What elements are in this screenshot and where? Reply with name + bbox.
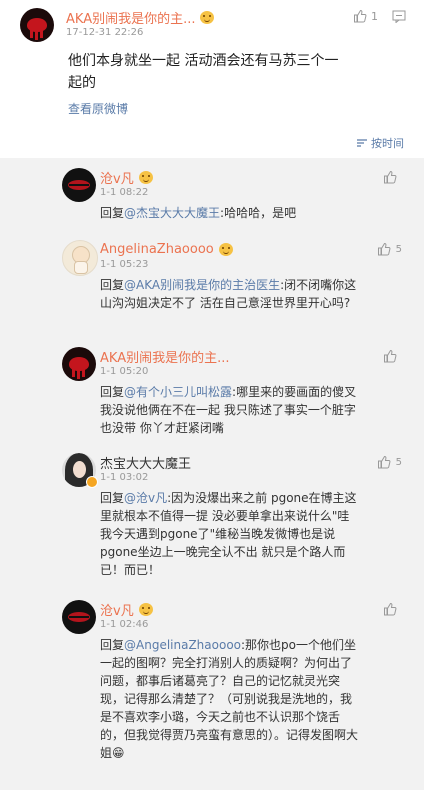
emoji-icon (138, 602, 153, 616)
post-author-name[interactable]: AKA别闹我是你的主... (66, 8, 195, 27)
comment-like-button[interactable]: 5 (377, 455, 402, 469)
comment-item: 杰宝大大大魔王 1-1 03:02 5 回复@沧v凡:因为没爆出来之前 pgon… (0, 443, 424, 600)
comment-item: AKA别闹我是你的主... 1-1 05:20 回复@有个小三儿叫松露:哪里来的… (0, 337, 424, 453)
thumbs-up-icon (353, 9, 367, 23)
reply-prefix: 回复 (100, 491, 125, 505)
emoji-icon (218, 242, 233, 256)
reply-prefix: 回复 (100, 278, 125, 292)
thumbs-up-icon (383, 349, 397, 363)
mention-link[interactable]: @沧v凡 (124, 491, 167, 505)
comment-time: 1-1 08:22 (100, 187, 149, 198)
comment-time: 1-1 05:23 (100, 259, 149, 270)
sort-label: 按时间 (371, 137, 404, 150)
thumbs-up-icon (377, 455, 391, 469)
mention-link[interactable]: @有个小三儿叫松露 (124, 385, 232, 399)
post-like-count: 1 (371, 9, 378, 23)
commenter-avatar[interactable] (62, 168, 96, 202)
comment-item: AngelinaZhaoooo 1-1 05:23 5 回复@AKA别闹我是你的… (0, 230, 424, 347)
sort-icon (356, 138, 368, 148)
comment-text: 回复@有个小三儿叫松露:哪里来的要画面的傻叉 我没说他俩在不在一起 我只陈述了事… (100, 383, 360, 437)
thumbs-up-icon (383, 170, 397, 184)
comment-content: :哈哈哈，是吧 (220, 206, 297, 220)
comment-time: 1-1 02:46 (100, 619, 149, 630)
comment-icon[interactable] (392, 10, 406, 23)
post-time: 17-12-31 22:26 (66, 27, 144, 38)
commenter-name[interactable]: 沧v凡 (100, 600, 134, 619)
mention-link[interactable]: @AngelinaZhaoooo (124, 638, 241, 652)
comment-like-button[interactable]: 5 (377, 242, 402, 256)
comment-time: 1-1 03:02 (100, 472, 149, 483)
thumbs-up-icon (377, 242, 391, 256)
reply-prefix: 回复 (100, 385, 125, 399)
reply-prefix: 回复 (100, 206, 125, 220)
comment-text: 回复@AKA别闹我是你的主治医生:闭不闭嘴你这山沟沟姐决定不了 活在自己意淫世界… (100, 276, 360, 312)
thumbs-up-icon (383, 602, 397, 616)
mention-link[interactable]: @AKA别闹我是你的主治医生 (124, 278, 280, 292)
commenter-avatar[interactable] (62, 453, 98, 488)
comment-content: :那你也po一个他们坐一起的图啊？完全打消别人的质疑啊？为何出了问题，都事后诸葛… (100, 638, 359, 760)
original-post: AKA别闹我是你的主... 17-12-31 22:26 1 他们本身就坐一起 … (0, 0, 424, 161)
post-author-avatar[interactable] (20, 8, 54, 42)
reply-prefix: 回复 (100, 638, 125, 652)
commenter-name[interactable]: 杰宝大大大魔王 (100, 453, 191, 472)
commenter-name[interactable]: 沧v凡 (100, 168, 134, 187)
mention-link[interactable]: @杰宝大大大魔王 (124, 206, 220, 220)
commenter-name[interactable]: AKA别闹我是你的主... (100, 347, 229, 366)
post-text: 他们本身就坐一起 活动酒会还有马苏三个一起的 (68, 53, 339, 91)
commenter-avatar[interactable] (62, 240, 98, 276)
commenter-name[interactable]: AngelinaZhaoooo (100, 242, 214, 257)
post-like-button[interactable]: 1 (353, 9, 378, 23)
comment-like-button[interactable] (383, 349, 402, 363)
emoji-icon (138, 170, 153, 184)
comment-time: 1-1 05:20 (100, 366, 149, 377)
comment-item: 沧v凡 1-1 02:46 回复@AngelinaZhaoooo:那你也po一个… (0, 590, 424, 790)
comment-text: 回复@沧v凡:因为没爆出来之前 pgone在博主这里就根本不值得一提 没必要单拿… (100, 489, 360, 579)
comment-list: 沧v凡 1-1 08:22 回复@杰宝大大大魔王:哈哈哈，是吧 Angelina… (0, 158, 424, 790)
emoji-icon (200, 10, 215, 24)
comment-like-button[interactable] (383, 602, 402, 616)
comment-text: 回复@杰宝大大大魔王:哈哈哈，是吧 (100, 204, 360, 222)
comment-item: 沧v凡 1-1 08:22 回复@杰宝大大大魔王:哈哈哈，是吧 (0, 158, 424, 240)
comment-like-count: 5 (395, 456, 402, 468)
comment-like-button[interactable] (383, 170, 402, 184)
commenter-avatar[interactable] (62, 600, 96, 634)
verified-icon (86, 476, 98, 488)
commenter-avatar[interactable] (62, 347, 96, 381)
comment-text: 回复@AngelinaZhaoooo:那你也po一个他们坐一起的图啊？完全打消别… (100, 636, 360, 762)
comment-like-count: 5 (395, 243, 402, 255)
view-original-link[interactable]: 查看原微博 (68, 100, 404, 117)
sort-by-time-button[interactable]: 按时间 (356, 135, 404, 151)
